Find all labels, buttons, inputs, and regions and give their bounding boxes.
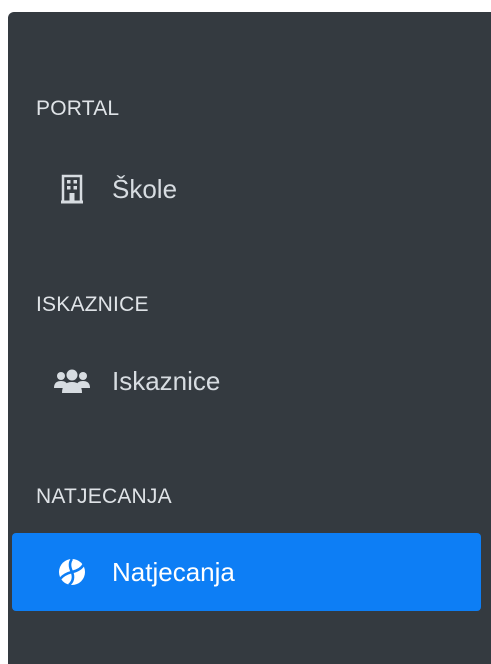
sidebar-item-skole[interactable]: Škole <box>12 150 481 228</box>
users-icon <box>48 365 96 397</box>
sidebar-item-label-skole: Škole <box>112 174 178 204</box>
sidebar-item-iskaznice[interactable]: Iskaznice <box>12 342 481 420</box>
sidebar-item-natjecanja[interactable]: Natjecanja <box>12 533 481 611</box>
section-header-natjecanja: NATJECANJA <box>36 485 172 508</box>
sidebar-nav: PORTAL Škole ISKAZNICE Iskaznice NATJECA… <box>8 12 491 664</box>
sidebar-item-label-natjecanja: Natjecanja <box>112 557 235 587</box>
section-header-iskaznice: ISKAZNICE <box>36 293 149 316</box>
volleyball-icon <box>48 556 96 588</box>
building-icon <box>48 173 96 205</box>
section-header-portal: PORTAL <box>36 97 120 120</box>
sidebar-item-label-iskaznice: Iskaznice <box>112 366 221 396</box>
